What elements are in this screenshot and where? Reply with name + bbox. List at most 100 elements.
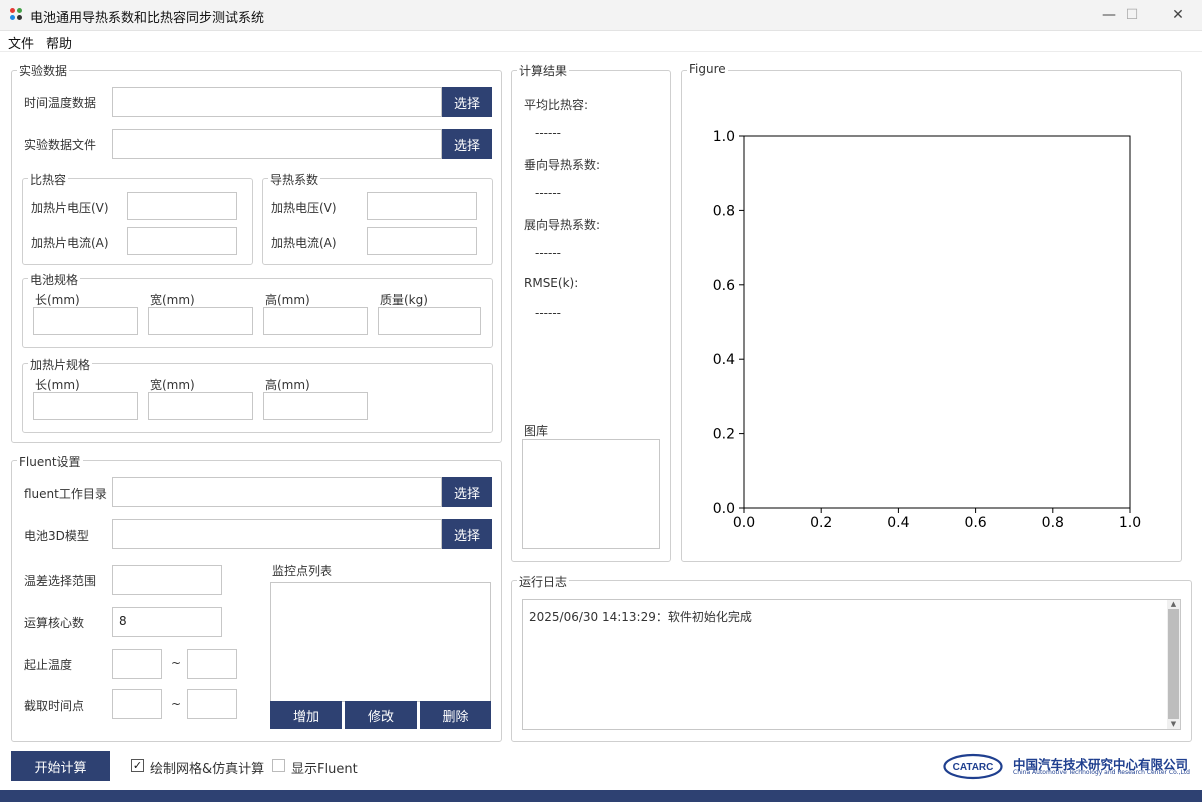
heater-length-input[interactable] bbox=[33, 392, 138, 420]
results-label: 计算结果 bbox=[517, 62, 570, 79]
log-label: 运行日志 bbox=[517, 573, 570, 590]
monitor-delete-button[interactable]: 删除 bbox=[420, 701, 491, 729]
lateral-cond-label: 展向导热系数: bbox=[524, 218, 601, 232]
menu-help[interactable]: 帮助 bbox=[46, 33, 72, 52]
y-tick-label: 1.0 bbox=[713, 129, 735, 145]
battery-height-label: 高(mm) bbox=[265, 293, 310, 307]
mesh-sim-checkbox[interactable]: ✓ bbox=[131, 759, 144, 772]
vertical-cond-label: 垂向导热系数: bbox=[524, 158, 601, 172]
time-temp-select-button[interactable]: 选择 bbox=[442, 87, 492, 117]
x-tick-label: 0.0 bbox=[733, 515, 755, 531]
y-tick-label: 0.0 bbox=[713, 501, 735, 517]
heater-current-label: 加热片电流(A) bbox=[31, 236, 109, 250]
y-tick-label: 0.2 bbox=[713, 427, 735, 443]
heater-width-input[interactable] bbox=[148, 392, 253, 420]
log-scrollbar[interactable]: ▲ ▼ bbox=[1167, 600, 1180, 729]
plot-area bbox=[743, 135, 1131, 509]
start-end-temp-label: 起止温度 bbox=[24, 658, 73, 672]
time-points-label: 截取时间点 bbox=[24, 699, 85, 713]
heater-current-input[interactable] bbox=[127, 227, 237, 255]
y-tick-label: 0.6 bbox=[713, 278, 735, 294]
fluent-workdir-input[interactable] bbox=[112, 477, 442, 507]
experiment-data-label: 实验数据 bbox=[17, 62, 70, 79]
exp-file-input[interactable] bbox=[112, 129, 442, 159]
heater-width-label: 宽(mm) bbox=[150, 378, 195, 392]
catarc-logo: CATARC bbox=[943, 753, 1003, 783]
x-tick-label: 0.6 bbox=[964, 515, 986, 531]
start-calculation-button[interactable]: 开始计算 bbox=[11, 751, 110, 781]
exp-file-select-button[interactable]: 选择 bbox=[442, 129, 492, 159]
log-scroll-thumb[interactable] bbox=[1168, 609, 1179, 719]
temp-range-label: 温差选择范围 bbox=[24, 574, 97, 588]
fluent-workdir-label: fluent工作目录 bbox=[24, 487, 107, 501]
x-tick-label: 0.4 bbox=[887, 515, 909, 531]
battery-spec-label: 电池规格 bbox=[28, 271, 81, 288]
heater-voltage-input[interactable] bbox=[127, 192, 237, 220]
cores-value: 8 bbox=[119, 614, 127, 628]
mesh-sim-label: 绘制网格&仿真计算 bbox=[150, 762, 265, 777]
time-temp-label: 时间温度数据 bbox=[24, 96, 97, 110]
monitor-list[interactable] bbox=[270, 582, 491, 702]
heater-height-input[interactable] bbox=[263, 392, 368, 420]
heater-length-label: 长(mm) bbox=[35, 378, 80, 392]
battery-length-label: 长(mm) bbox=[35, 293, 80, 307]
battery-width-input[interactable] bbox=[148, 307, 253, 335]
menu-file[interactable]: 文件 bbox=[8, 33, 34, 52]
cores-input[interactable]: 8 bbox=[112, 607, 222, 637]
battery-model-label: 电池3D模型 bbox=[24, 529, 89, 543]
time-tilde: ~ bbox=[171, 697, 182, 711]
close-button[interactable]: ✕ bbox=[1155, 0, 1201, 30]
gallery-label: 图库 bbox=[524, 424, 549, 438]
exp-file-label: 实验数据文件 bbox=[24, 138, 97, 152]
heater-height-label: 高(mm) bbox=[265, 378, 310, 392]
show-fluent-label: 显示Fluent bbox=[291, 762, 358, 777]
monitor-edit-button[interactable]: 修改 bbox=[345, 701, 417, 729]
fluent-workdir-select-button[interactable]: 选择 bbox=[442, 477, 492, 507]
y-tick-label: 0.8 bbox=[713, 203, 735, 219]
cores-label: 运算核心数 bbox=[24, 616, 85, 630]
company-name-en: China Automotive Technology and Research… bbox=[1013, 769, 1190, 776]
monitor-add-button[interactable]: 增加 bbox=[270, 701, 342, 729]
title-bar: 电池通用导热系数和比热容同步测试系统 — ☐ ✕ bbox=[0, 0, 1202, 31]
vertical-cond-value: ------ bbox=[535, 186, 561, 200]
avg-specific-heat-label: 平均比热容: bbox=[524, 98, 589, 112]
log-box[interactable]: 2025/06/30 14:13:29：软件初始化完成 ▲ ▼ bbox=[522, 599, 1181, 730]
scroll-down-icon[interactable]: ▼ bbox=[1167, 720, 1180, 728]
time-temp-input[interactable] bbox=[112, 87, 442, 117]
x-tick-label: 0.2 bbox=[810, 515, 832, 531]
x-tick-label: 0.8 bbox=[1042, 515, 1064, 531]
battery-width-label: 宽(mm) bbox=[150, 293, 195, 307]
show-fluent-checkbox[interactable] bbox=[272, 759, 285, 772]
heater-voltage-label: 加热片电压(V) bbox=[31, 201, 109, 215]
maximize-button[interactable]: ☐ bbox=[1109, 0, 1155, 30]
temp-range-input[interactable] bbox=[112, 565, 222, 595]
battery-model-select-button[interactable]: 选择 bbox=[442, 519, 492, 549]
cond-voltage-input[interactable] bbox=[367, 192, 477, 220]
battery-mass-label: 质量(kg) bbox=[380, 293, 428, 307]
start-temp-input[interactable] bbox=[112, 649, 162, 679]
logo-text: CATARC bbox=[953, 762, 994, 773]
menu-bar: 文件 帮助 bbox=[0, 31, 1202, 52]
avg-specific-heat-value: ------ bbox=[535, 126, 561, 140]
battery-length-input[interactable] bbox=[33, 307, 138, 335]
end-temp-input[interactable] bbox=[187, 649, 237, 679]
catarc-logo-icon: CATARC bbox=[943, 753, 1003, 780]
start-time-input[interactable] bbox=[112, 689, 162, 719]
scroll-up-icon[interactable]: ▲ bbox=[1167, 600, 1180, 608]
fluent-settings-label: Fluent设置 bbox=[17, 453, 83, 470]
end-time-input[interactable] bbox=[187, 689, 237, 719]
cond-current-input[interactable] bbox=[367, 227, 477, 255]
app-icon bbox=[10, 8, 24, 22]
battery-height-input[interactable] bbox=[263, 307, 368, 335]
rmse-label: RMSE(k): bbox=[524, 276, 579, 290]
cond-voltage-label: 加热电压(V) bbox=[271, 201, 337, 215]
lateral-cond-value: ------ bbox=[535, 246, 561, 260]
cond-current-label: 加热电流(A) bbox=[271, 236, 337, 250]
check-icon: ✓ bbox=[132, 759, 143, 772]
gallery-box[interactable] bbox=[522, 439, 660, 549]
battery-mass-input[interactable] bbox=[378, 307, 481, 335]
specific-heat-label: 比热容 bbox=[28, 171, 69, 188]
figure-chart: 0.0 0.2 0.4 0.6 0.8 1.0 0.0 0.2 0.4 0.6 0.8 1.0 bbox=[713, 129, 1141, 531]
battery-model-input[interactable] bbox=[112, 519, 442, 549]
x-tick-label: 1.0 bbox=[1119, 515, 1141, 531]
